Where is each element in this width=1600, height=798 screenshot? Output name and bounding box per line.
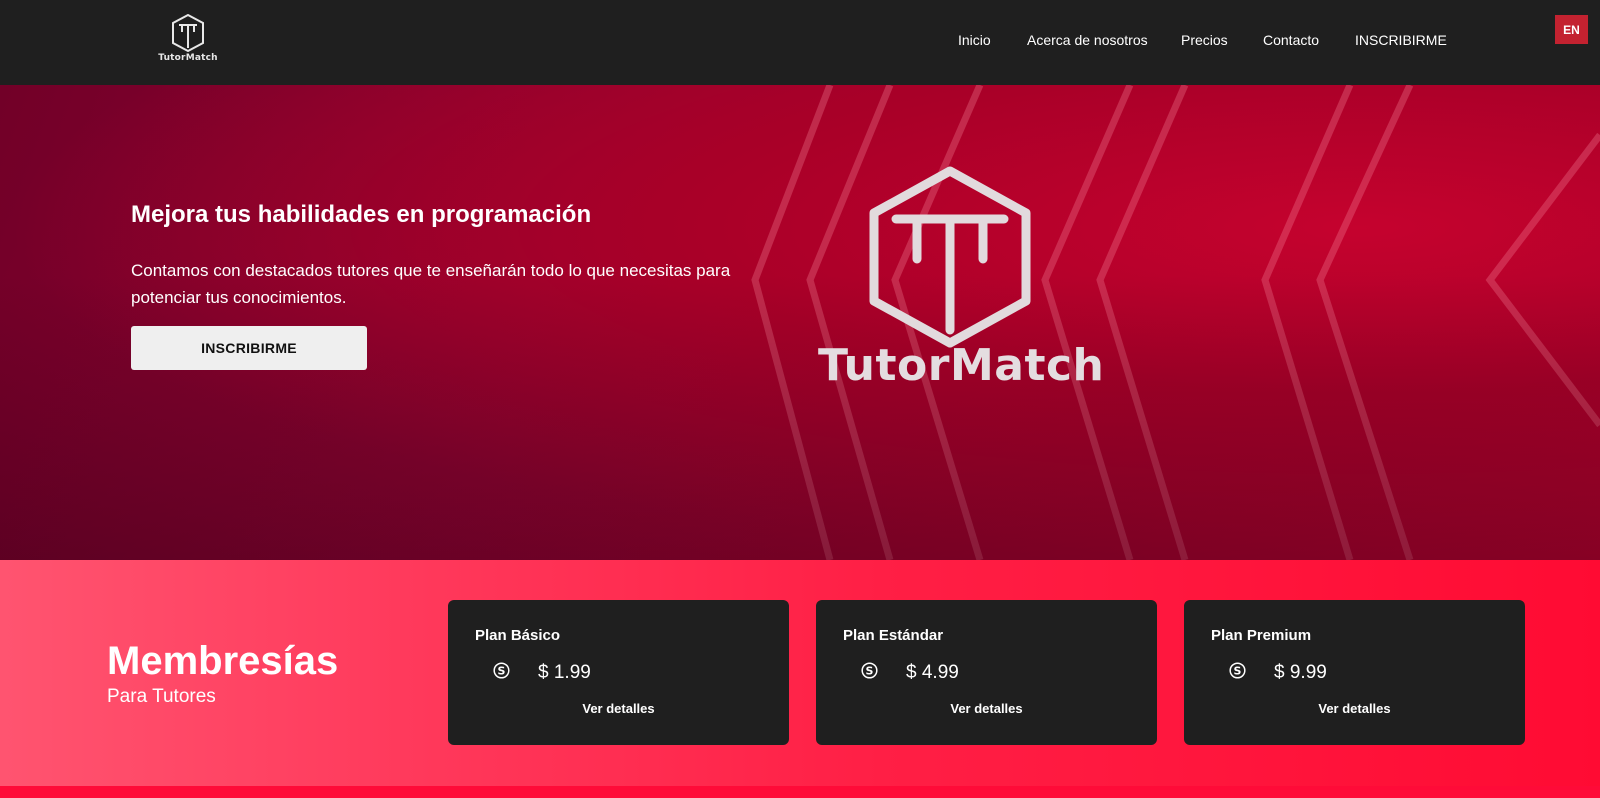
plan-card-premium: Plan Premium S $ 9.99 Ver detalles (1184, 600, 1525, 745)
svg-text:S: S (1234, 665, 1242, 678)
nav-item-inicio[interactable]: Inicio (958, 32, 991, 48)
top-navbar: TutorMatch Inicio Acerca de nosotros Pre… (0, 0, 1600, 85)
hero-shade-overlay (0, 85, 1600, 560)
hero-logo-text: TutorMatch (818, 340, 1105, 391)
hero-title: Mejora tus habilidades en programación (131, 201, 592, 228)
tutormatch-logo-icon (172, 14, 204, 52)
nav-item-precios[interactable]: Precios (1181, 32, 1228, 48)
svg-text:S: S (866, 665, 874, 678)
hero-description: Contamos con destacados tutores que te e… (131, 261, 731, 307)
hero-signup-button[interactable]: INSCRIBIRME (131, 326, 367, 370)
memberships-title: Membresías (107, 639, 339, 683)
memberships-section: Membresías Para Tutores Plan Básico S $ … (0, 560, 1600, 786)
plan-name: Plan Estándar (843, 627, 944, 644)
dollar-coin-icon: S (1229, 662, 1246, 679)
plan-card-standard: Plan Estándar S $ 4.99 Ver detalles (816, 600, 1157, 745)
brand-logo-text: TutorMatch (158, 53, 218, 63)
language-toggle-button[interactable]: EN (1555, 15, 1588, 44)
plan-details-link[interactable]: Ver detalles (448, 701, 789, 716)
plan-name: Plan Premium (1211, 627, 1312, 644)
hero-section: Mejora tus habilidades en programación C… (0, 85, 1600, 560)
plan-details-link[interactable]: Ver detalles (1184, 701, 1525, 716)
plan-details-link[interactable]: Ver detalles (816, 701, 1157, 716)
nav-item-acerca[interactable]: Acerca de nosotros (1027, 32, 1148, 48)
plan-price: $ 1.99 (538, 662, 591, 683)
svg-text:S: S (498, 665, 506, 678)
memberships-subtitle: Para Tutores (107, 686, 216, 707)
dollar-coin-icon: S (861, 662, 878, 679)
footer-strip (0, 786, 1600, 798)
plan-card-basic: Plan Básico S $ 1.99 Ver detalles (448, 600, 789, 745)
brand-logo[interactable]: TutorMatch (158, 14, 218, 64)
plan-price: $ 4.99 (906, 662, 959, 683)
nav-item-contacto[interactable]: Contacto (1263, 32, 1319, 48)
plan-price: $ 9.99 (1274, 662, 1327, 683)
nav-item-inscribirme[interactable]: INSCRIBIRME (1355, 32, 1447, 48)
dollar-coin-icon: S (493, 662, 510, 679)
hero-logo-icon (869, 166, 1031, 348)
plan-name: Plan Básico (475, 627, 561, 644)
